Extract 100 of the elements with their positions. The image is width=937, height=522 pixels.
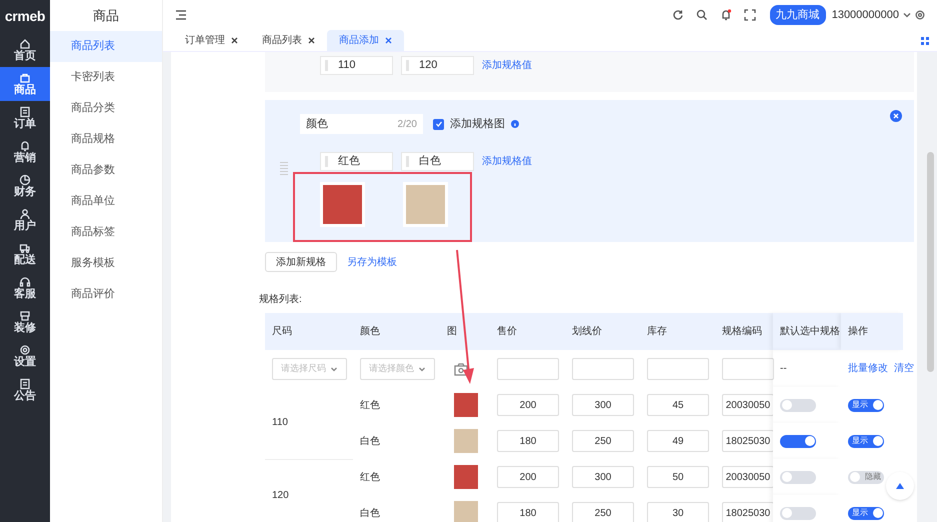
store-badge[interactable]: 九九商城: [770, 4, 826, 26]
photo-placeholder: [454, 501, 478, 522]
table-cell: 红色: [360, 472, 380, 482]
spec-value-field[interactable]: 白色: [401, 152, 474, 171]
tab[interactable]: 商品列表: [250, 30, 327, 51]
scrollbar[interactable]: [927, 152, 934, 372]
table-cell: 红色: [360, 400, 380, 410]
toggle-switch[interactable]: 显示: [848, 398, 884, 412]
grid-icon: [921, 37, 929, 45]
input-field[interactable]: 250: [572, 430, 634, 452]
submenu-item[interactable]: 商品规格: [50, 124, 162, 155]
photo-placeholder: [323, 185, 362, 224]
check-icon: [434, 120, 442, 128]
clear-link[interactable]: 清空: [894, 363, 914, 374]
input-field[interactable]: 30: [647, 502, 709, 522]
submenu-item[interactable]: 商品单位: [50, 186, 162, 217]
logo: crmeb: [4, 7, 46, 26]
nav-item[interactable]: 配送: [0, 237, 50, 271]
toggle-switch[interactable]: [780, 506, 816, 520]
chevron-down-icon: [418, 364, 426, 372]
photo-placeholder: [406, 185, 445, 224]
chevron-down-icon: [330, 364, 338, 372]
home-icon: [19, 38, 31, 50]
document-icon: [19, 378, 31, 390]
info-icon: [511, 120, 519, 128]
column-header: 操作: [841, 313, 903, 350]
checkbox[interactable]: [433, 118, 444, 130]
photo-placeholder: [454, 393, 478, 417]
add-spec-button[interactable]: 添加新规格: [265, 252, 337, 272]
headset-icon: [19, 276, 31, 288]
nav-item[interactable]: 财务: [0, 169, 50, 203]
spec-value-field[interactable]: 红色: [320, 152, 393, 171]
spec-value-field[interactable]: 120: [401, 56, 474, 75]
fullscreen-icon: [744, 9, 756, 21]
submenu-item[interactable]: 商品分类: [50, 93, 162, 124]
input-field[interactable]: [572, 358, 634, 380]
input-field[interactable]: 200: [497, 394, 559, 416]
settings-icon: [915, 10, 925, 20]
image-thumbnail[interactable]: [403, 182, 448, 227]
refresh-icon: [672, 9, 684, 21]
column-header: 颜色: [353, 313, 440, 350]
toggle-switch[interactable]: 隐藏: [848, 470, 884, 484]
nav-item[interactable]: 用户: [0, 203, 50, 237]
pie-chart-icon: [19, 174, 31, 186]
toggle-switch[interactable]: [780, 398, 816, 412]
input-field[interactable]: 50: [647, 466, 709, 488]
batch-edit-link[interactable]: 批量修改: [848, 363, 888, 374]
spec-value-field[interactable]: 110: [320, 56, 393, 75]
nav-item[interactable]: 订单: [0, 101, 50, 135]
input-field[interactable]: [722, 358, 774, 380]
input-field[interactable]: 49: [647, 430, 709, 452]
submenu-item[interactable]: 商品列表: [50, 31, 162, 62]
input-field[interactable]: [647, 358, 709, 380]
nav-item[interactable]: 设置: [0, 339, 50, 373]
input-field[interactable]: 180: [497, 502, 559, 522]
close-icon: [890, 110, 902, 122]
submenu-item[interactable]: 商品参数: [50, 155, 162, 186]
user-icon: [19, 208, 31, 220]
toggle-switch[interactable]: 显示: [848, 434, 884, 448]
save-template-link[interactable]: 另存为模板: [347, 254, 397, 270]
add-value-link[interactable]: 添加规格值: [482, 58, 532, 73]
close-icon: [231, 37, 238, 44]
nav-item[interactable]: 公告: [0, 373, 50, 407]
nav-item[interactable]: 装修: [0, 305, 50, 339]
nav-item[interactable]: 首页: [0, 33, 50, 67]
caret-up-icon: [896, 483, 904, 489]
column-header: 售价: [490, 313, 565, 350]
input-field[interactable]: 180: [497, 430, 559, 452]
spec-name-field[interactable]: 颜色 2/20: [300, 114, 423, 134]
nav-item[interactable]: 营销: [0, 135, 50, 169]
input-field[interactable]: 300: [572, 466, 634, 488]
close-icon: [308, 37, 315, 44]
column-header: 默认选中规格: [773, 313, 841, 350]
menu-icon: [175, 10, 187, 20]
nav-item[interactable]: 客服: [0, 271, 50, 305]
column-header: 尺码: [265, 313, 353, 350]
submenu-item[interactable]: 商品评价: [50, 279, 162, 310]
toggle-switch[interactable]: [780, 470, 816, 484]
add-value-link[interactable]: 添加规格值: [482, 154, 532, 169]
input-field[interactable]: 250: [572, 502, 634, 522]
account-name[interactable]: 13000000000: [832, 6, 899, 24]
tab[interactable]: 订单管理: [173, 30, 250, 51]
submenu-item[interactable]: 服务模板: [50, 248, 162, 279]
submenu-item[interactable]: 卡密列表: [50, 62, 162, 93]
submenu-item[interactable]: 商品标签: [50, 217, 162, 248]
toggle-switch[interactable]: 显示: [848, 506, 884, 520]
input-field[interactable]: 300: [572, 394, 634, 416]
submenu-title: 商品: [92, 6, 120, 25]
tab[interactable]: 商品添加: [327, 30, 404, 51]
column-header: 规格编码: [715, 313, 773, 350]
table-cell: 110: [272, 417, 288, 428]
nav-item[interactable]: 商品: [0, 67, 50, 101]
checkbox-label: 添加规格图: [450, 116, 505, 132]
toggle-switch[interactable]: [780, 434, 816, 448]
input-field[interactable]: 45: [647, 394, 709, 416]
photo-placeholder: [454, 465, 478, 489]
input-field[interactable]: 200: [497, 466, 559, 488]
back-to-top-button[interactable]: [886, 472, 914, 500]
input-field[interactable]: [497, 358, 559, 380]
image-thumbnail[interactable]: [320, 182, 365, 227]
